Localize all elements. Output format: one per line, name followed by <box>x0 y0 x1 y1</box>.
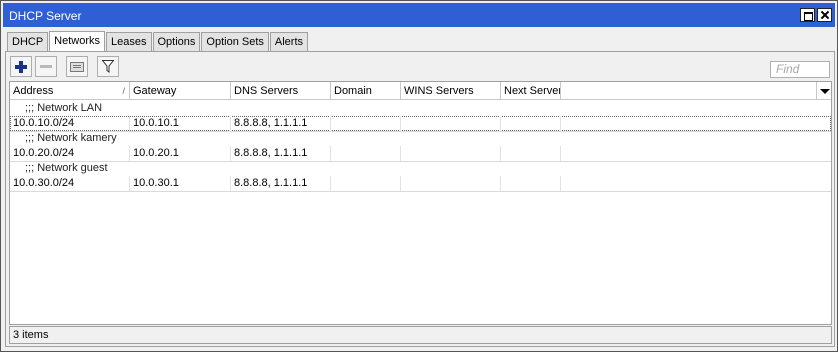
column-header-wins-servers[interactable]: WINS Servers <box>401 82 501 100</box>
add-button[interactable] <box>10 56 32 77</box>
cell-dns-servers: 8.8.8.8, 1.1.1.1 <box>231 116 331 131</box>
table-header: Address / Gateway DNS Servers Domain WIN… <box>10 82 831 100</box>
maximize-button[interactable] <box>800 8 815 22</box>
networks-panel: Find Address / Gateway DNS Servers Domai… <box>5 51 835 347</box>
table-row-group[interactable]: ;;; Network LAN 10.0.10.0/24 10.0.10.1 8… <box>10 101 831 132</box>
cell-dns-servers: 8.8.8.8, 1.1.1.1 <box>231 176 331 191</box>
toolbar <box>10 56 122 78</box>
sort-indicator-icon: / <box>122 86 125 96</box>
cell-address: 10.0.10.0/24 <box>10 116 130 131</box>
row-comment: ;;; Network guest <box>25 162 108 174</box>
comment-icon <box>70 61 84 72</box>
tab-alerts[interactable]: Alerts <box>269 32 309 52</box>
table-row[interactable]: 10.0.10.0/24 10.0.10.1 8.8.8.8, 1.1.1.1 <box>10 116 831 131</box>
cell-dns-servers: 8.8.8.8, 1.1.1.1 <box>231 146 331 161</box>
table-row[interactable]: 10.0.20.0/24 10.0.20.1 8.8.8.8, 1.1.1.1 <box>10 146 831 161</box>
minus-icon <box>40 65 52 68</box>
search-input[interactable]: Find <box>770 61 830 78</box>
cell-wins-servers <box>401 176 501 191</box>
cell-gateway: 10.0.10.1 <box>130 116 231 131</box>
column-header-domain[interactable]: Domain <box>331 82 401 100</box>
comment-button[interactable] <box>66 56 88 77</box>
cell-gateway: 10.0.20.1 <box>130 146 231 161</box>
table-row[interactable]: 10.0.30.0/24 10.0.30.1 8.8.8.8, 1.1.1.1 <box>10 176 831 191</box>
cell-address: 10.0.30.0/24 <box>10 176 130 191</box>
cell-wins-servers <box>401 146 501 161</box>
cell-domain <box>331 176 401 191</box>
column-label: Address <box>13 85 54 97</box>
tab-bar: DHCP Networks Leases Options Option Sets… <box>7 31 309 52</box>
status-bar: 3 items <box>9 326 832 344</box>
cell-next-server <box>501 146 561 161</box>
plus-icon <box>15 60 27 73</box>
cell-gateway: 10.0.30.1 <box>130 176 231 191</box>
tab-option-sets[interactable]: Option Sets <box>201 32 269 52</box>
tab-dhcp[interactable]: DHCP <box>7 32 49 52</box>
dhcp-server-window: DHCP Server DHCP Networks Leases Options… <box>0 0 838 352</box>
tab-leases[interactable]: Leases <box>106 32 152 52</box>
row-comment: ;;; Network LAN <box>25 102 103 114</box>
cell-next-server <box>501 116 561 131</box>
column-header-dns-servers[interactable]: DNS Servers <box>231 82 331 100</box>
cell-next-server <box>501 176 561 191</box>
filter-button[interactable] <box>97 56 119 77</box>
column-menu-icon[interactable] <box>816 82 831 100</box>
title-bar[interactable]: DHCP Server <box>3 3 835 27</box>
cell-wins-servers <box>401 116 501 131</box>
networks-table: Address / Gateway DNS Servers Domain WIN… <box>9 81 832 325</box>
table-row-group[interactable]: ;;; Network guest 10.0.30.0/24 10.0.30.1… <box>10 161 831 192</box>
tab-options[interactable]: Options <box>152 32 201 52</box>
column-header-next-server[interactable]: Next Server <box>501 82 561 100</box>
table-row-group[interactable]: ;;; Network kamery 10.0.20.0/24 10.0.20.… <box>10 131 831 162</box>
tab-networks[interactable]: Networks <box>49 31 106 52</box>
cell-domain <box>331 146 401 161</box>
window-title: DHCP Server <box>9 9 82 23</box>
cell-address: 10.0.20.0/24 <box>10 146 130 161</box>
cell-domain <box>331 116 401 131</box>
row-comment: ;;; Network kamery <box>25 132 117 144</box>
filter-icon <box>102 60 114 73</box>
close-button[interactable] <box>817 8 832 22</box>
column-header-address[interactable]: Address / <box>10 82 130 100</box>
column-header-gateway[interactable]: Gateway <box>130 82 231 100</box>
remove-button[interactable] <box>35 56 57 77</box>
